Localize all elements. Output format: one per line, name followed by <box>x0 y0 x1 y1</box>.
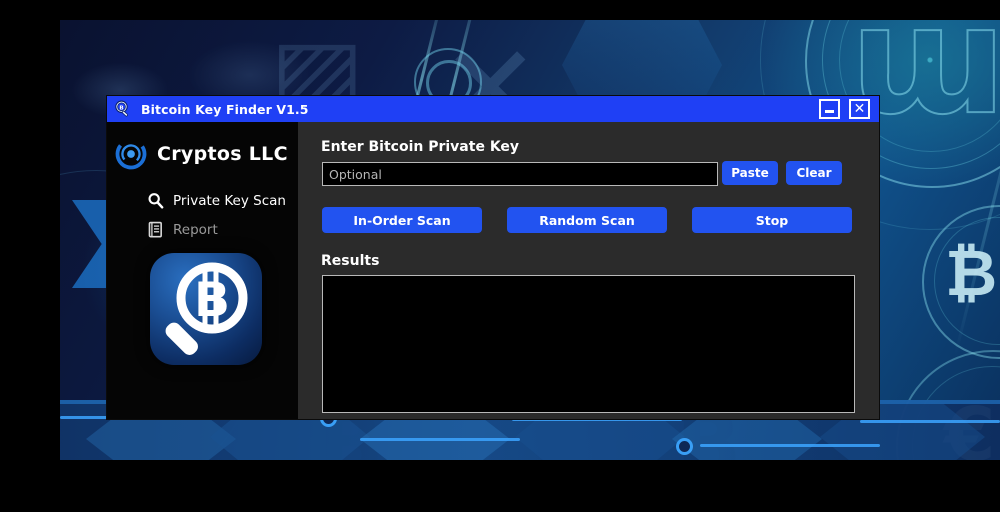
title-bar[interactable]: B Bitcoin Key Finder V1.5 ✕ <box>107 96 879 122</box>
random-scan-button[interactable]: Random Scan <box>507 207 667 233</box>
sidebar-item-private-key-scan[interactable]: Private Key Scan <box>147 188 298 213</box>
sidebar-item-report[interactable]: Report <box>147 217 298 242</box>
minimize-button[interactable] <box>819 99 840 119</box>
results-label: Results <box>321 253 380 269</box>
circuit-node <box>676 438 693 455</box>
svg-text:B: B <box>119 105 123 111</box>
sidebar-menu: Private Key Scan Report <box>107 188 298 242</box>
results-output[interactable] <box>322 275 855 413</box>
screen: ɯ ₿ € ɯ B B ✕ ▨ <box>0 0 1000 512</box>
minimize-icon <box>825 110 834 113</box>
main-content: Enter Bitcoin Private Key Paste Clear In… <box>298 122 879 419</box>
in-order-scan-button[interactable]: In-Order Scan <box>322 207 482 233</box>
clear-button[interactable]: Clear <box>786 161 842 185</box>
bitcoin-magnifier-app-icon: B <box>150 253 262 365</box>
magnifier-icon <box>147 192 164 209</box>
circuit-trace <box>700 444 880 447</box>
app-window: B Bitcoin Key Finder V1.5 ✕ Cryptos LLC … <box>107 96 879 419</box>
window-body: Cryptos LLC Private Key Scan Report B En… <box>107 122 879 419</box>
private-key-input[interactable] <box>322 162 718 186</box>
svg-text:B: B <box>194 273 230 328</box>
bitcoin-magnifier-icon: B <box>114 100 132 118</box>
sidebar-item-label: Report <box>173 221 218 238</box>
sidebar: Cryptos LLC Private Key Scan Report B <box>107 122 298 419</box>
close-icon: ✕ <box>853 101 866 117</box>
cryptos-circle-logo-icon <box>113 136 149 172</box>
circuit-trace <box>360 438 520 441</box>
stop-button[interactable]: Stop <box>692 207 852 233</box>
brand-name: Cryptos LLC <box>157 143 288 165</box>
private-key-label: Enter Bitcoin Private Key <box>321 139 520 155</box>
brand: Cryptos LLC <box>107 122 298 172</box>
document-icon <box>147 221 164 238</box>
close-button[interactable]: ✕ <box>849 99 870 119</box>
paste-button[interactable]: Paste <box>722 161 778 185</box>
sidebar-item-label: Private Key Scan <box>173 192 286 209</box>
circuit-trace <box>860 420 1000 423</box>
window-title: Bitcoin Key Finder V1.5 <box>141 101 309 117</box>
